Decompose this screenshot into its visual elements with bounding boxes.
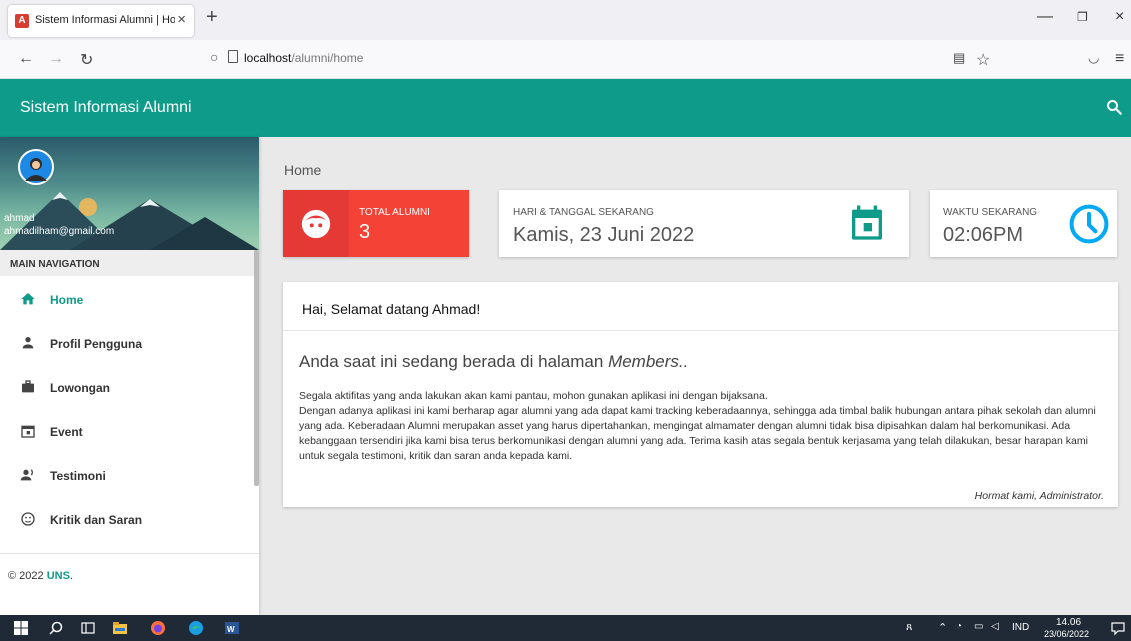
clock-time[interactable]: 14.06 — [1056, 617, 1081, 628]
welcome-signature: Hormat kami, Administrator. — [974, 490, 1104, 502]
address-bar[interactable]: ○ localhost/alumni/home — [210, 47, 990, 72]
sidebar-item-label: Lowongan — [50, 381, 110, 395]
search-icon[interactable] — [1105, 98, 1123, 116]
briefcase-icon — [22, 380, 34, 393]
clock-date[interactable]: 23/06/2022 — [1044, 629, 1089, 639]
total-alumni-box: TOTAL ALUMNI 3 — [283, 190, 469, 257]
welcome-card: Hai, Selamat datang Ahmad! Anda saat ini… — [283, 282, 1118, 507]
footer-link[interactable]: UNS — [47, 570, 70, 582]
time-label: WAKTU SEKARANG — [943, 207, 1038, 218]
firefox-icon[interactable] — [150, 620, 166, 636]
network-icon[interactable]: ◔ — [956, 621, 962, 632]
svg-text:W: W — [227, 625, 235, 634]
clock-icon — [1069, 204, 1109, 244]
browser-tab[interactable]: A Sistem Informasi Alumni | Hom × — [8, 5, 194, 37]
volume-icon[interactable]: ◁ — [991, 621, 999, 632]
page-icon — [228, 50, 238, 63]
welcome-paragraph-2: Dengan adanya aplikasi ini kami berharap… — [299, 405, 1096, 462]
favicon-icon: A — [15, 14, 29, 28]
tab-close-icon[interactable]: × — [177, 11, 186, 28]
sidebar-item-testimoni[interactable]: Testimoni — [0, 454, 254, 498]
date-value: Kamis, 23 Juni 2022 — [513, 224, 695, 246]
people-icon[interactable]: ጸ — [906, 621, 912, 634]
back-icon[interactable]: ← — [18, 50, 34, 68]
welcome-title: Hai, Selamat datang Ahmad! — [302, 301, 481, 317]
sidebar: ahmad ahmadilham@gmail.com MAIN NAVIGATI… — [0, 137, 259, 615]
footer-suffix: . — [69, 570, 73, 582]
sidebar-item-label: Event — [50, 425, 83, 439]
notification-icon[interactable] — [1110, 620, 1126, 636]
copyright-text: © 2022 — [8, 570, 47, 582]
page-title: Home — [284, 162, 322, 178]
pocket-icon[interactable]: ◡ — [1088, 50, 1099, 66]
sidebar-item-label: Profil Pengguna — [50, 337, 143, 351]
tab-title: Sistem Informasi Alumni | Hom — [35, 14, 175, 26]
sidebar-item-kritik-dan-saran[interactable]: Kritik dan Saran — [0, 498, 254, 542]
total-alumni-label: TOTAL ALUMNI — [359, 207, 430, 218]
sidebar-footer: © 2022 UNS. — [0, 553, 259, 615]
date-box: HARI & TANGGAL SEKARANG Kamis, 23 Juni 2… — [499, 190, 909, 257]
menu-icon[interactable]: ≡ — [1115, 50, 1124, 68]
time-box: WAKTU SEKARANG 02:06PM — [930, 190, 1117, 257]
battery-icon[interactable]: ▭ — [974, 621, 983, 632]
smiley-icon — [21, 512, 35, 526]
calendar-icon — [21, 425, 35, 438]
language-indicator[interactable]: IND — [1012, 622, 1029, 633]
task-view-icon[interactable] — [80, 620, 96, 636]
browser-nav-bar: ← → ↻ ○ localhost/alumni/home ▤ ☆ ◡ ≡ — [0, 40, 1131, 79]
search-icon[interactable] — [48, 620, 64, 636]
avatar[interactable] — [18, 149, 54, 185]
user-name: ahmad — [4, 213, 35, 224]
welcome-lead-emphasis: Members.. — [608, 352, 689, 371]
sidebar-item-label: Home — [50, 293, 84, 307]
user-email: ahmadilham@gmail.com — [4, 226, 115, 237]
sidebar-item-profil-pengguna[interactable]: Profil Pengguna — [0, 322, 254, 366]
sidebar-item-label: Kritik dan Saran — [50, 513, 143, 527]
person-icon — [22, 337, 34, 349]
sidebar-item-event[interactable]: Event — [0, 410, 254, 454]
alumni-icon-wrap — [283, 190, 349, 257]
browser-tab-bar: A Sistem Informasi Alumni | Hom × + — ❐ … — [0, 0, 1131, 40]
reader-view-icon[interactable]: ▤ — [953, 50, 965, 66]
window-restore-icon[interactable]: ❐ — [1077, 10, 1088, 24]
user-avatar-icon — [25, 158, 47, 181]
face-icon — [301, 209, 331, 239]
main-content: Home TOTAL ALUMNI 3 HARI & TANGGAL SEKAR… — [259, 137, 1131, 615]
forward-icon[interactable]: → — [48, 50, 64, 68]
word-icon[interactable]: W — [224, 620, 240, 636]
nav-header: MAIN NAVIGATION — [0, 250, 259, 276]
welcome-lead-text: Anda saat ini sedang berada di halaman — [299, 352, 609, 371]
edge-icon[interactable] — [188, 620, 204, 636]
divider — [283, 330, 1118, 331]
sidebar-item-lowongan[interactable]: Lowongan — [0, 366, 254, 410]
user-info-panel: ahmad ahmadilham@gmail.com — [0, 137, 259, 250]
tray-chevron-icon[interactable]: ⌃ — [938, 621, 947, 634]
record-voice-icon — [20, 469, 34, 481]
total-alumni-value: 3 — [359, 221, 371, 243]
sidebar-item-home[interactable]: Home — [0, 278, 254, 322]
calendar-icon — [852, 205, 882, 240]
app-title[interactable]: Sistem Informasi Alumni — [20, 99, 192, 117]
welcome-paragraph-1: Segala aktifitas yang anda lakukan akan … — [299, 390, 768, 402]
welcome-lead: Anda saat ini sedang berada di halaman M… — [299, 352, 688, 372]
window-minimize-icon[interactable]: — — [1037, 8, 1053, 26]
url-text: localhost/alumni/home — [244, 51, 363, 65]
taskbar: W ጸ ⌃ ◔ ▭ ◁ IND 14.06 23/06/2022 — [0, 615, 1131, 641]
app-header: Sistem Informasi Alumni — [0, 79, 1131, 137]
url-path: /alumni/home — [291, 51, 364, 65]
reload-icon[interactable]: ↻ — [80, 50, 93, 70]
url-host: localhost — [244, 51, 292, 65]
time-value: 02:06PM — [943, 224, 1024, 246]
file-explorer-icon[interactable] — [112, 620, 128, 636]
bookmark-star-icon[interactable]: ☆ — [976, 50, 990, 70]
window-close-icon[interactable]: × — [1115, 8, 1124, 26]
home-icon — [21, 293, 35, 305]
sidebar-item-label: Testimoni — [50, 469, 106, 483]
windows-start-icon[interactable] — [13, 620, 29, 636]
shield-icon: ○ — [210, 49, 219, 65]
new-tab-icon[interactable]: + — [206, 6, 218, 29]
date-label: HARI & TANGGAL SEKARANG — [513, 207, 654, 218]
